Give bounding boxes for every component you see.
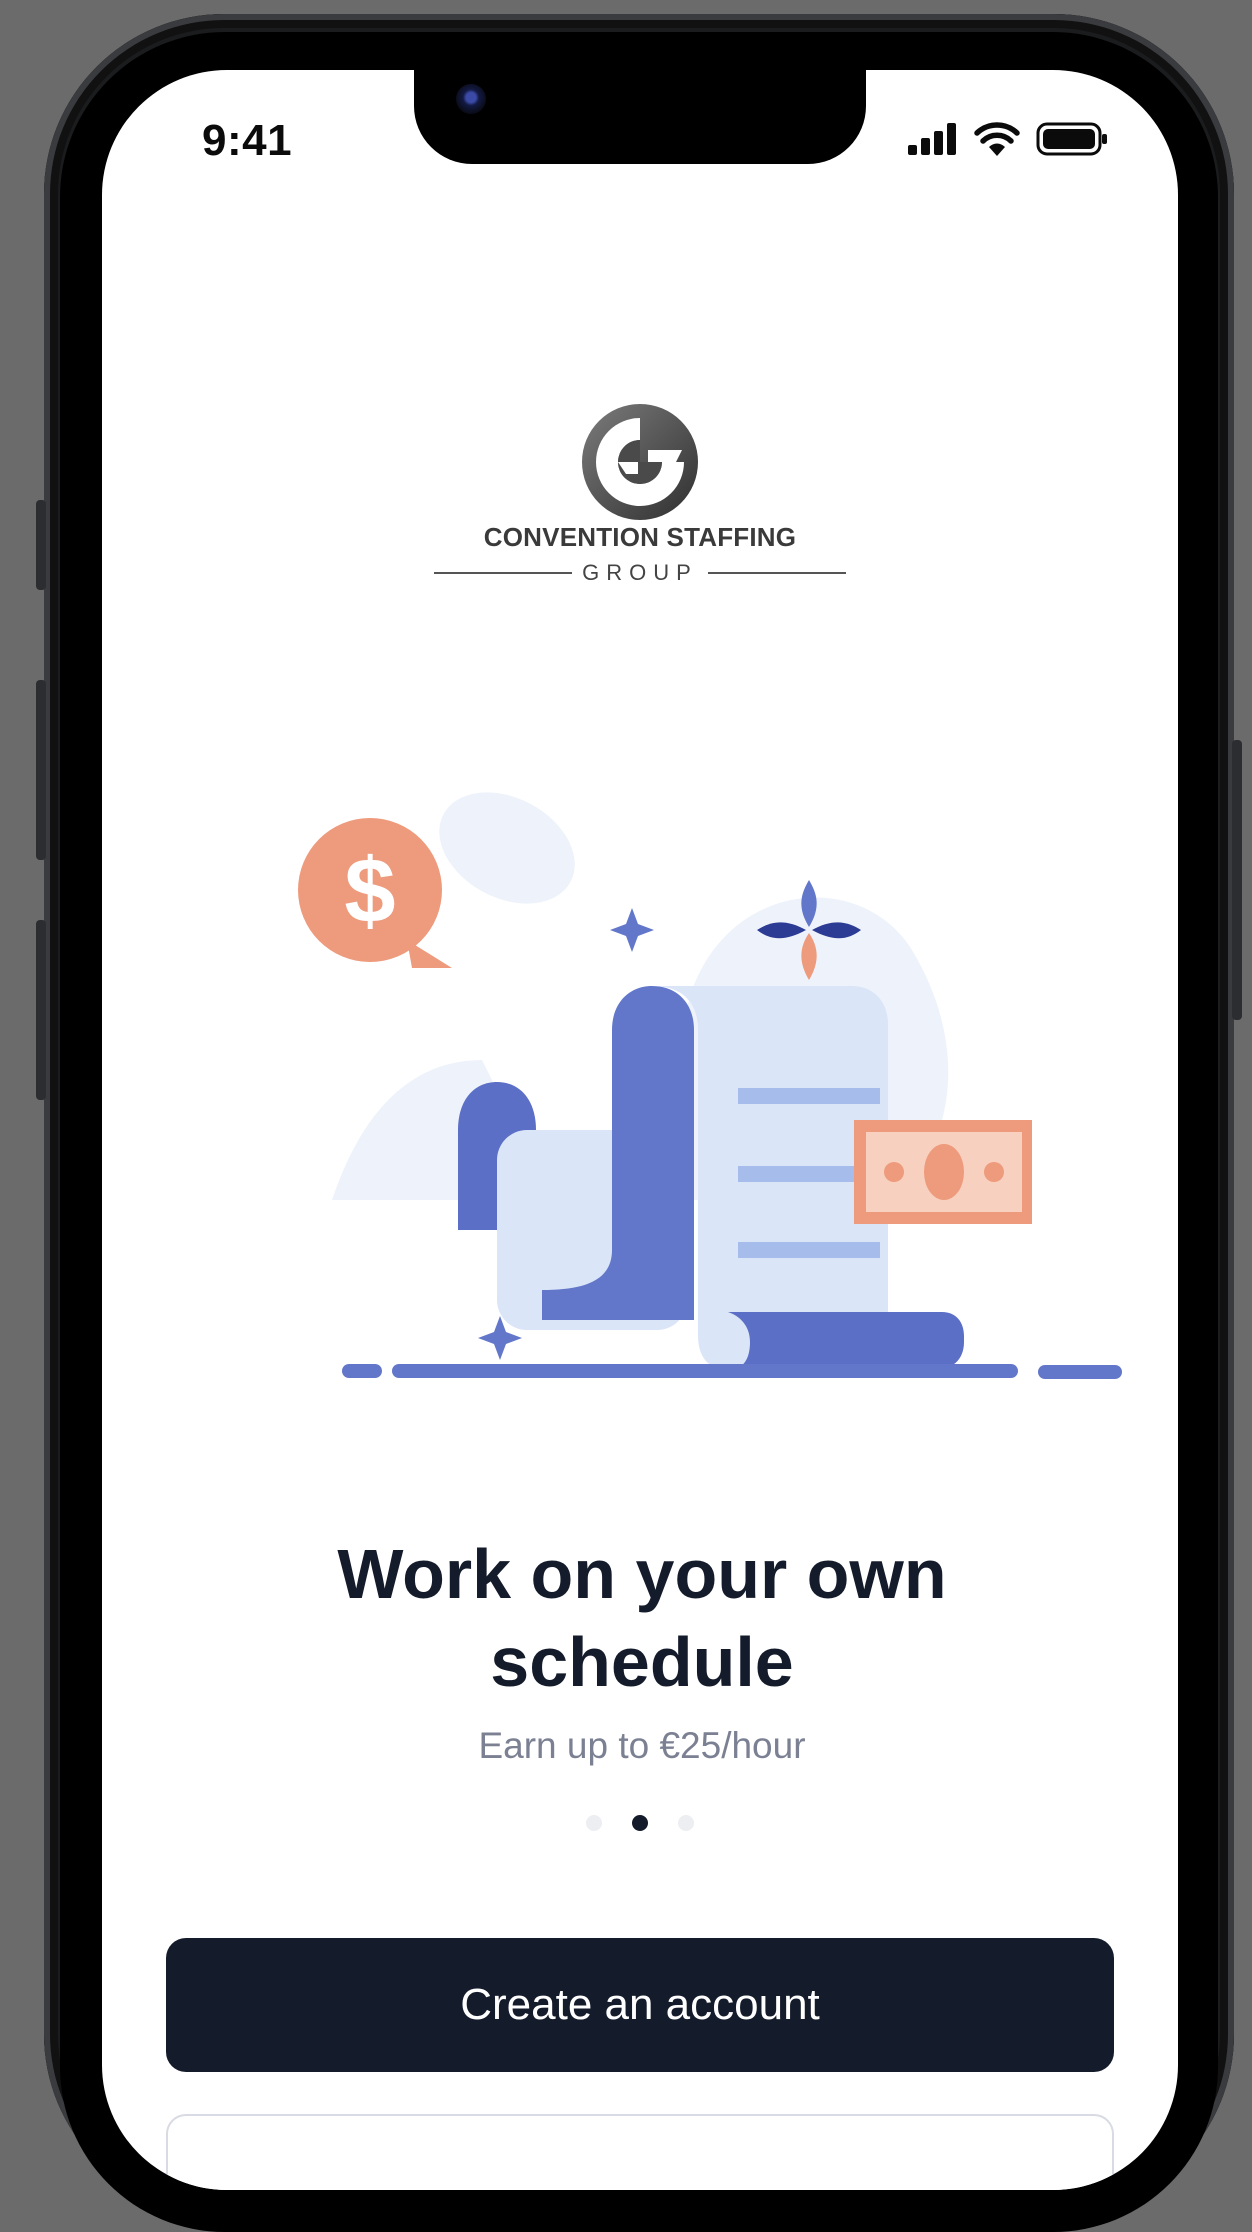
logo-sub-text: GROUP bbox=[582, 560, 698, 585]
phone-screen: 9:41 CONVENTION STAFFING GROUP $ Work on… bbox=[102, 70, 1178, 2190]
status-time: 9:41 bbox=[202, 116, 293, 165]
ground-line-1 bbox=[342, 1364, 382, 1378]
wifi-icon bbox=[974, 122, 1020, 156]
logo-rule-left bbox=[434, 572, 573, 574]
headline-line-1: Work on your own bbox=[337, 1535, 947, 1613]
front-camera bbox=[456, 84, 486, 114]
status-icons bbox=[908, 122, 1108, 156]
notch bbox=[414, 70, 866, 164]
logo-mark-icon bbox=[582, 404, 698, 520]
cellular-signal-icon bbox=[908, 123, 956, 155]
battery-icon bbox=[1036, 122, 1107, 156]
silent-switch bbox=[36, 500, 46, 590]
logo-company-sub: GROUP bbox=[434, 558, 846, 588]
volume-up-button bbox=[36, 680, 46, 860]
page-dot-3[interactable] bbox=[678, 1815, 694, 1831]
create-account-button[interactable]: Create an account bbox=[166, 1938, 1114, 2072]
scroll-curl-bottom bbox=[728, 1312, 964, 1370]
ground-line-2 bbox=[392, 1364, 1018, 1378]
bg-blob-top bbox=[439, 792, 575, 904]
banknote-icon bbox=[854, 1120, 1032, 1224]
onboarding-headline: Work on your own schedule bbox=[242, 1530, 1042, 1706]
page-dot-2-active[interactable] bbox=[632, 1815, 648, 1831]
secondary-button[interactable] bbox=[166, 2114, 1114, 2190]
receipt-line-3 bbox=[738, 1242, 880, 1258]
page-dot-1[interactable] bbox=[586, 1815, 602, 1831]
receipt-line-1 bbox=[738, 1088, 880, 1104]
logo-company-name: CONVENTION STAFFING bbox=[483, 522, 797, 552]
page-indicator[interactable] bbox=[102, 1815, 1178, 1831]
dollar-bubble-icon: $ bbox=[298, 818, 452, 968]
svg-text:$: $ bbox=[344, 840, 395, 942]
volume-down-button bbox=[36, 920, 46, 1100]
company-logo: CONVENTION STAFFING GROUP bbox=[434, 400, 846, 590]
onboarding-illustration: $ bbox=[298, 792, 1032, 1378]
ground-line-right-icon bbox=[1038, 1365, 1122, 1379]
sparkle-icon bbox=[610, 908, 654, 952]
power-button bbox=[1232, 740, 1242, 1020]
onboarding-subline: Earn up to €25/hour bbox=[478, 1725, 806, 1766]
logo-rule-right bbox=[707, 572, 846, 574]
headline-line-2: schedule bbox=[490, 1623, 794, 1701]
